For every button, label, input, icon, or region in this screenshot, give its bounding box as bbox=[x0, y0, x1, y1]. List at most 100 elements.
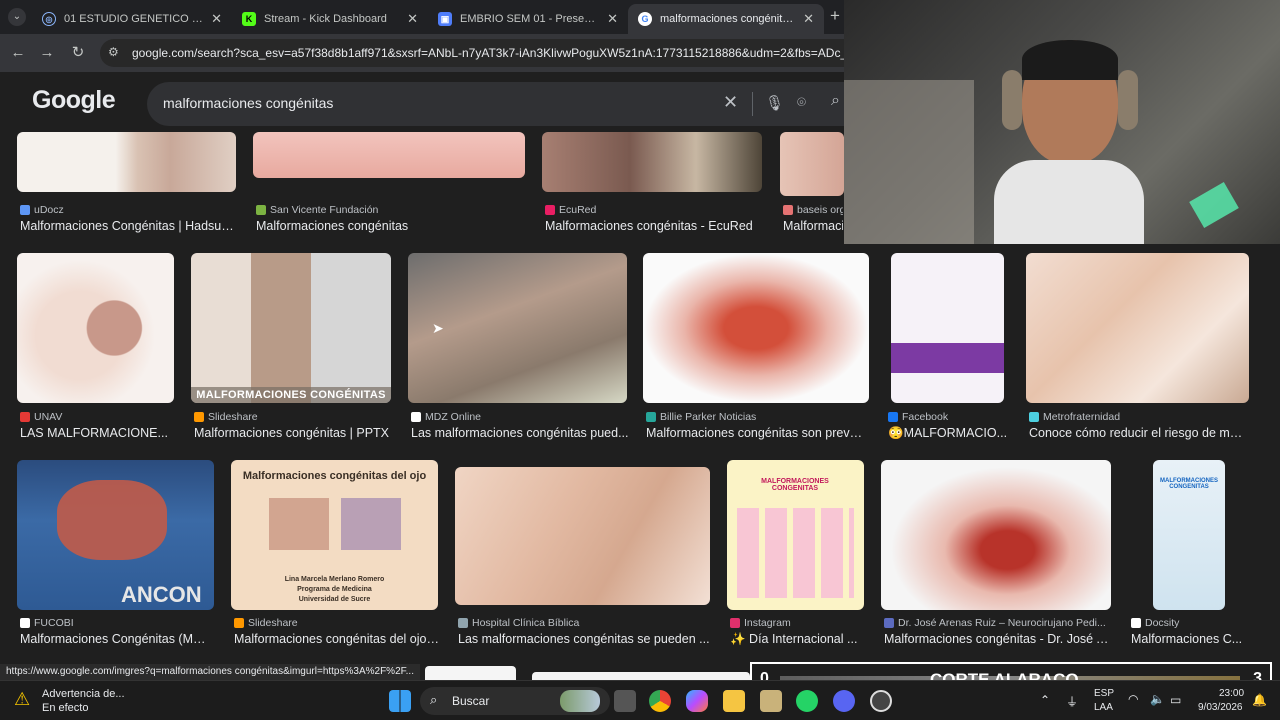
close-icon[interactable]: ✕ bbox=[803, 11, 814, 27]
webcam-overlay bbox=[844, 0, 1280, 244]
new-tab-button[interactable]: + bbox=[830, 6, 840, 26]
result-title[interactable]: Malformaciones congénitas | PPTX bbox=[194, 426, 394, 440]
windows-start-icon[interactable] bbox=[389, 690, 411, 712]
result-title[interactable]: Malformaciones congénitas - EcuRed bbox=[545, 219, 765, 233]
result-title[interactable]: Malformaciones congénitas del ojo ... bbox=[234, 632, 440, 646]
result-source: uDocz bbox=[20, 204, 240, 216]
battery-icon[interactable]: ▭ bbox=[1170, 693, 1181, 707]
tab-2[interactable]: ▣ EMBRIO SEM 01 - Presentación ✕ bbox=[428, 4, 628, 34]
result-thumbnail[interactable] bbox=[643, 253, 869, 403]
obs-icon[interactable] bbox=[870, 690, 892, 712]
result-title[interactable]: Malformaciones congénitas bbox=[256, 219, 526, 233]
reload-icon[interactable]: ↻ bbox=[68, 43, 88, 63]
address-bar[interactable]: ⚙ google.com/search?sca_esv=a57f38d8b1af… bbox=[100, 39, 860, 67]
headphones-shape bbox=[1002, 70, 1022, 130]
forward-arrow-icon[interactable]: → bbox=[37, 43, 57, 63]
search-icon[interactable]: ⌕ bbox=[831, 92, 840, 110]
warning-icon[interactable]: ⚠ bbox=[14, 689, 30, 710]
search-box[interactable]: malformaciones congénitas ✕ 🎙 ⌾ ⌕ bbox=[147, 82, 867, 126]
result-title[interactable]: 😳MALFORMACIO... bbox=[888, 426, 1008, 441]
app-icon[interactable] bbox=[760, 690, 782, 712]
chrome-icon[interactable] bbox=[649, 690, 671, 712]
result-thumbnail[interactable] bbox=[17, 253, 174, 403]
microphone-icon[interactable]: 🎙 bbox=[765, 94, 784, 112]
source-label: EcuRed bbox=[559, 204, 597, 216]
clock-date[interactable]: 9/03/2026 bbox=[1198, 702, 1243, 713]
thumbnail-overlay-text: ANCON bbox=[121, 582, 202, 607]
result-title[interactable]: Las malformaciones congénitas pued... bbox=[411, 426, 630, 440]
discord-icon[interactable] bbox=[833, 690, 855, 712]
thumbnail-overlay-text: Malformaciones congénitas del ojo bbox=[242, 470, 427, 482]
chevron-up-icon[interactable]: ⌃ bbox=[1040, 693, 1050, 707]
result-source: San Vicente Fundación bbox=[256, 204, 526, 216]
hair-shape bbox=[1022, 40, 1118, 80]
result-title[interactable]: LAS MALFORMACIONE... bbox=[20, 426, 175, 440]
tab-3[interactable]: G malformaciones congénitas - B ✕ bbox=[628, 4, 824, 34]
result-title[interactable]: Malformaciones congénitas son preve... bbox=[646, 426, 866, 440]
result-thumbnail[interactable]: Malformaciones congénitas del ojo Lina M… bbox=[231, 460, 438, 610]
result-source: Billie Parker Noticias bbox=[646, 411, 872, 423]
tab-1[interactable]: K Stream - Kick Dashboard ✕ bbox=[232, 4, 428, 34]
result-thumbnail[interactable] bbox=[532, 672, 750, 680]
source-label: Metrofraternidad bbox=[1043, 411, 1121, 423]
result-thumbnail[interactable] bbox=[1026, 253, 1249, 403]
notification-bell-icon[interactable]: 🔔 bbox=[1252, 693, 1267, 707]
notification-subtitle: En efecto bbox=[42, 702, 89, 714]
result-thumbnail[interactable] bbox=[881, 460, 1111, 610]
back-arrow-icon[interactable]: ← bbox=[8, 43, 28, 63]
result-title[interactable]: Malformaciones C... bbox=[1131, 632, 1249, 646]
whatsapp-icon[interactable] bbox=[796, 690, 818, 712]
thumbnail-caption: Programa de Medicina bbox=[297, 586, 372, 593]
file-explorer-icon[interactable] bbox=[723, 690, 745, 712]
keyboard-layout[interactable]: LAA bbox=[1094, 702, 1113, 713]
tab-0[interactable]: ◎ 01 ESTUDIO GENETICO 1 (2) (1) ✕ bbox=[32, 4, 232, 34]
result-source: Hospital Clínica Bíblica bbox=[458, 617, 713, 629]
result-title[interactable]: Malformacio bbox=[783, 219, 843, 233]
result-title[interactable]: Conoce cómo reducir el riesgo de mal... bbox=[1029, 426, 1247, 440]
thumbnail-overlay-text: MALFORMACIONES CONGÉNITAS bbox=[191, 387, 391, 403]
result-thumbnail[interactable] bbox=[253, 132, 525, 178]
landscape-widget-icon[interactable] bbox=[560, 690, 600, 712]
task-view-icon[interactable] bbox=[614, 690, 636, 712]
site-info-icon[interactable]: ⚙ bbox=[108, 45, 119, 59]
result-source: EcuRed bbox=[545, 204, 765, 216]
source-label: Slideshare bbox=[208, 411, 258, 423]
google-logo[interactable]: Google bbox=[32, 86, 116, 115]
close-icon[interactable]: ✕ bbox=[407, 11, 418, 27]
source-icon bbox=[888, 412, 898, 422]
source-icon bbox=[411, 412, 421, 422]
result-title[interactable]: Las malformaciones congénitas se pueden … bbox=[458, 632, 713, 646]
language-indicator[interactable]: ESP bbox=[1094, 688, 1114, 699]
source-icon bbox=[884, 618, 894, 628]
close-icon[interactable]: ✕ bbox=[607, 11, 618, 27]
usb-icon[interactable]: ⏚ bbox=[1066, 693, 1078, 710]
thumbnail-caption: Universidad de Sucre bbox=[298, 596, 371, 603]
notification-title[interactable]: Advertencia de... bbox=[42, 688, 125, 700]
camera-icon[interactable]: ⌾ bbox=[797, 94, 806, 111]
result-thumbnail[interactable] bbox=[780, 132, 844, 196]
result-thumbnail[interactable]: MALFORMACIONES CONGENITAS bbox=[727, 460, 864, 610]
search-input[interactable]: malformaciones congénitas bbox=[163, 95, 333, 111]
result-thumbnail[interactable] bbox=[425, 666, 516, 680]
result-title[interactable]: Malformaciones congénitas - Dr. José A..… bbox=[884, 632, 1114, 646]
wifi-icon[interactable]: ◠ bbox=[1128, 692, 1138, 706]
tab-search-button[interactable]: ⌄ bbox=[8, 8, 26, 26]
close-icon[interactable]: ✕ bbox=[211, 11, 222, 27]
result-source: Slideshare bbox=[234, 617, 444, 629]
result-thumbnail[interactable] bbox=[17, 132, 236, 192]
copilot-icon[interactable] bbox=[686, 690, 708, 712]
volume-icon[interactable]: 🔈 bbox=[1150, 692, 1165, 706]
clock-time[interactable]: 23:00 bbox=[1219, 688, 1244, 699]
result-thumbnail[interactable] bbox=[542, 132, 762, 192]
thumbnail-overlay-text: MALFORMACIONES CONGENITAS bbox=[1160, 478, 1218, 490]
clear-icon[interactable]: ✕ bbox=[723, 92, 738, 113]
result-title[interactable]: Malformaciones Congénitas (Met... bbox=[20, 632, 212, 646]
result-thumbnail[interactable]: ANCON bbox=[17, 460, 214, 610]
result-thumbnail[interactable]: MALFORMACIONES CONGÉNITAS bbox=[191, 253, 391, 403]
result-title[interactable]: ✨ Día Internacional ... bbox=[730, 632, 867, 647]
result-thumbnail[interactable]: MALFORMACIONES CONGENITAS bbox=[1153, 460, 1225, 610]
result-thumbnail[interactable] bbox=[455, 467, 710, 605]
result-title[interactable]: Malformaciones Congénitas | Hadsun... bbox=[20, 219, 235, 233]
address-url: google.com/search?sca_esv=a57f38d8b1aff9… bbox=[132, 46, 852, 60]
result-thumbnail[interactable] bbox=[891, 253, 1004, 403]
